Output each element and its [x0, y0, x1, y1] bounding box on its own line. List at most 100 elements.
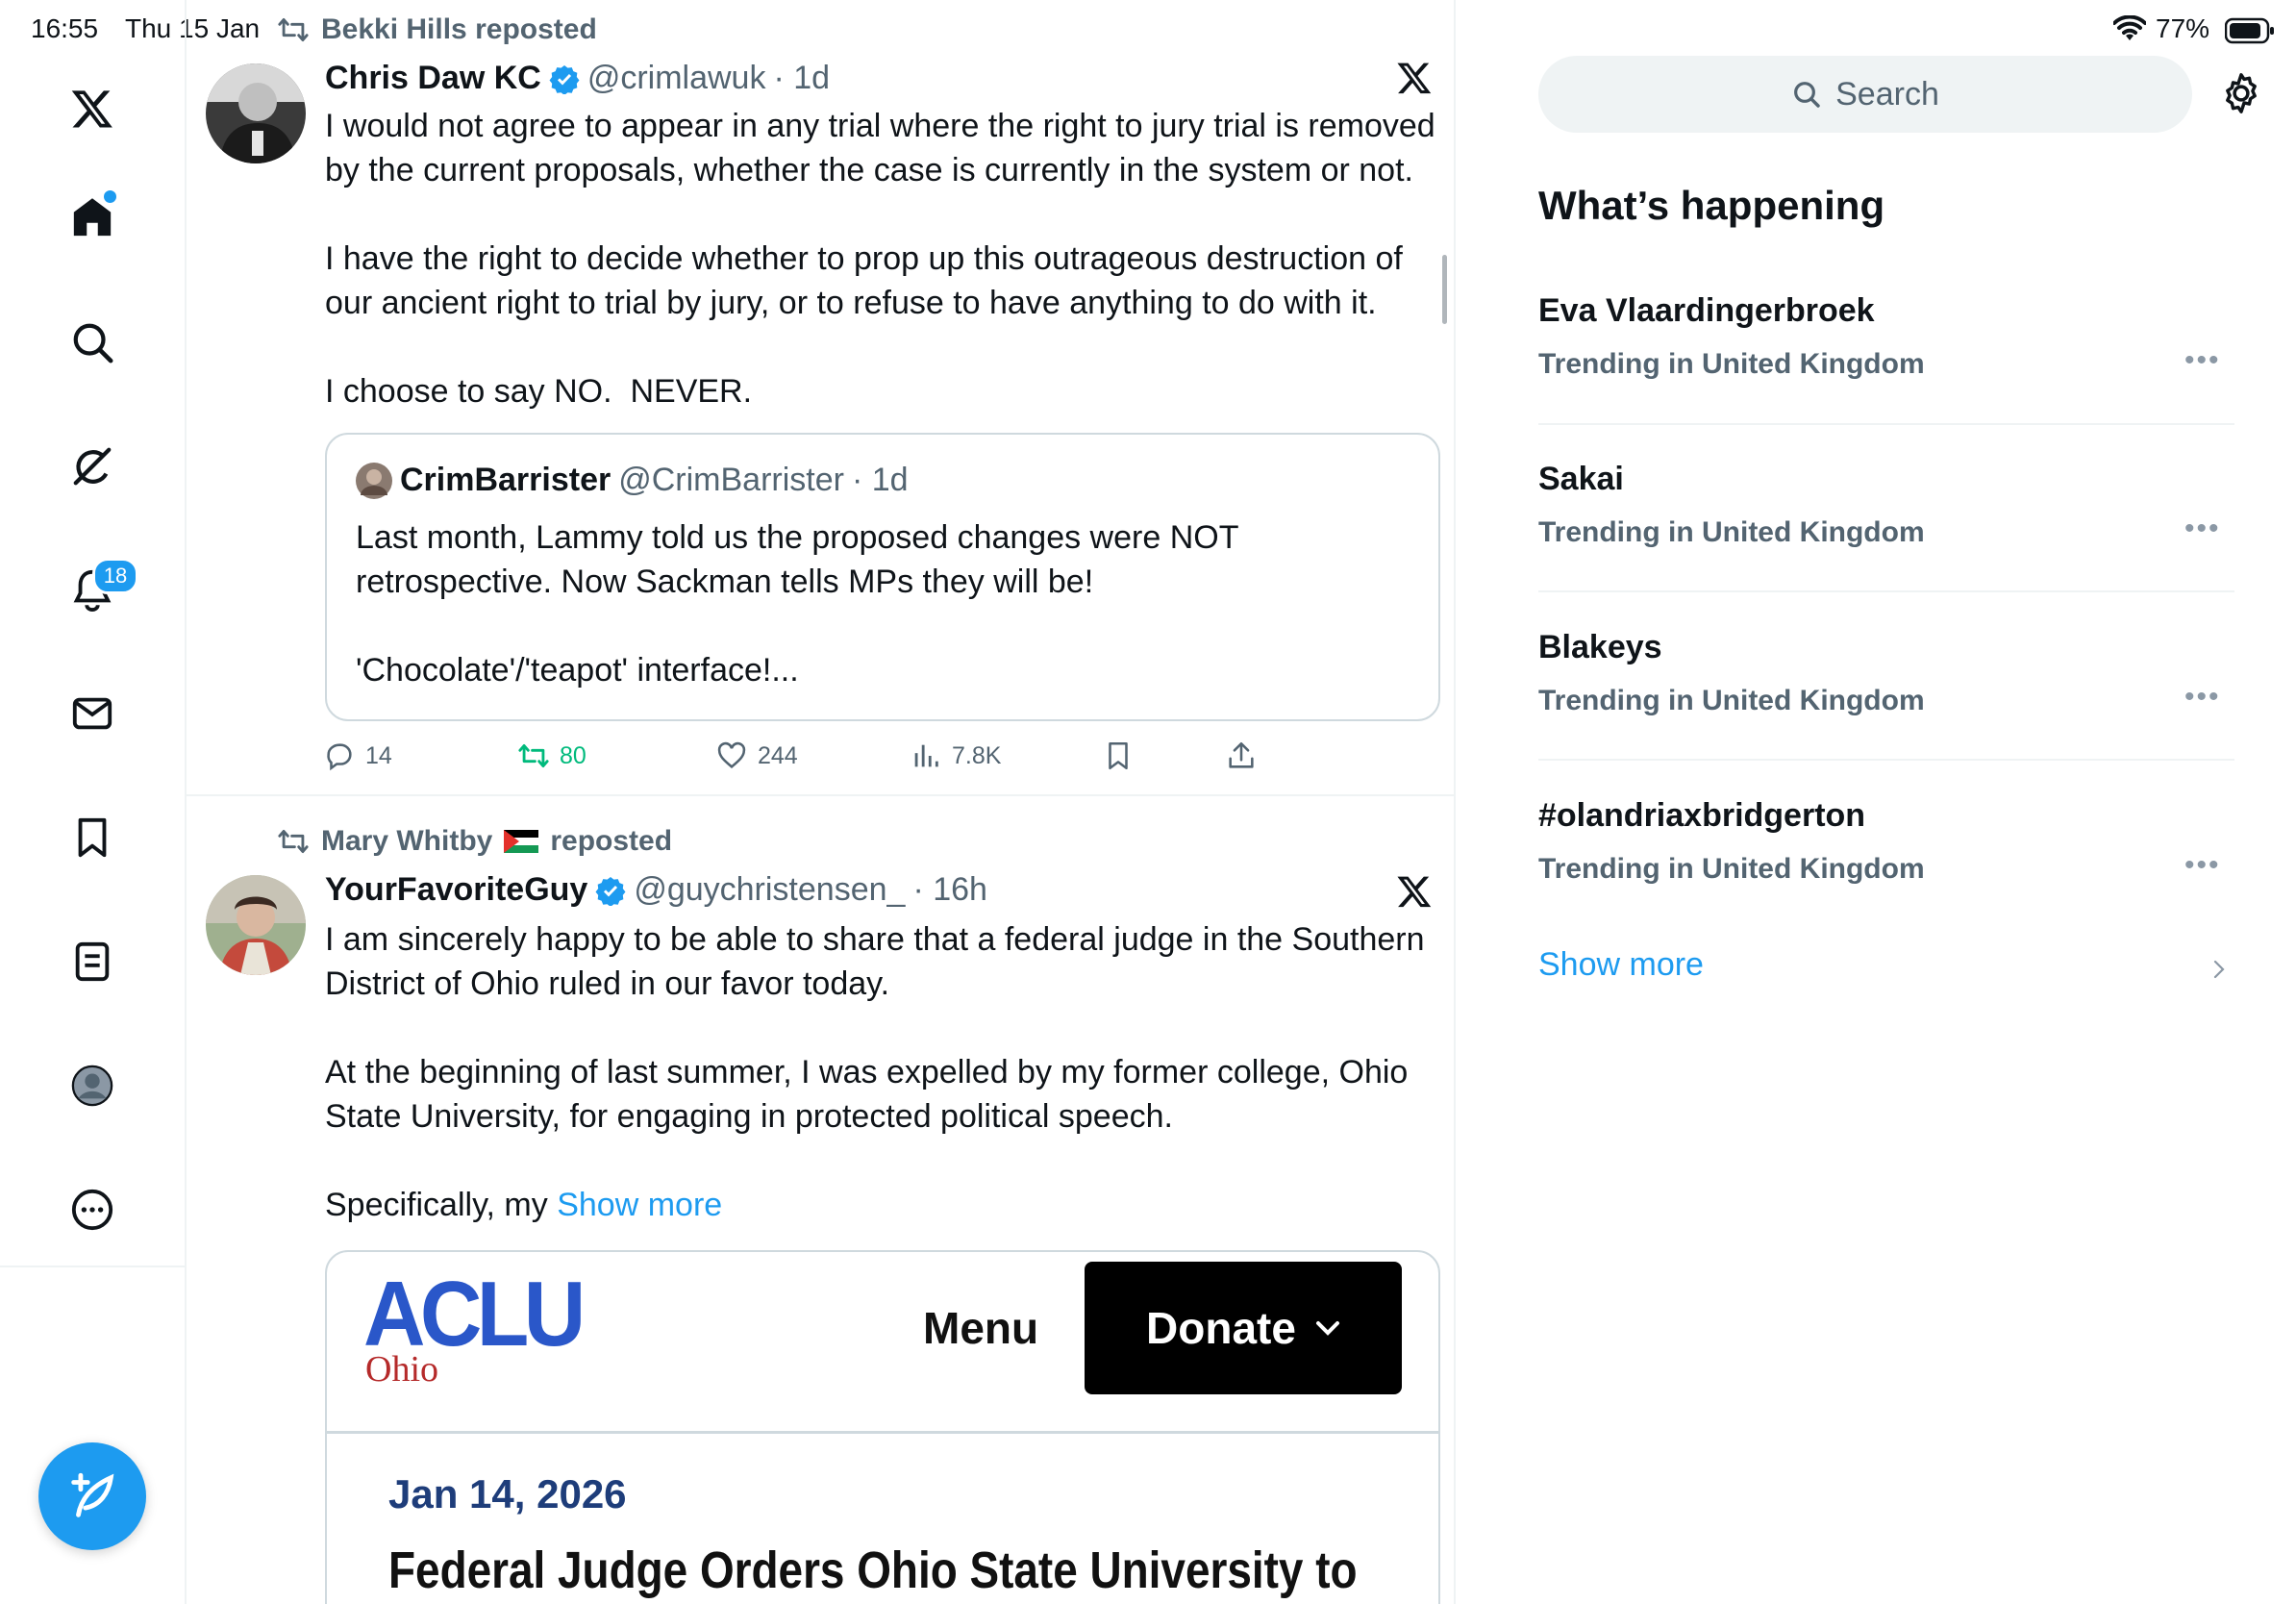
repost-icon — [278, 17, 309, 42]
tweet-text: I would not agree to appear in any trial… — [325, 108, 1435, 410]
link-card[interactable]: ACLU Ohio Menu Donate Jan 14, 2026 Feder… — [325, 1250, 1440, 1604]
quoted-tweet[interactable]: CrimBarrister @CrimBarrister · 1d Last m… — [325, 433, 1440, 721]
left-nav: 18 — [0, 0, 187, 1604]
profile-icon[interactable] — [61, 1054, 124, 1117]
avatar[interactable] — [206, 875, 306, 975]
lists-icon[interactable] — [61, 930, 124, 993]
tweet-actions: 14 80 244 7.8K — [187, 737, 1454, 775]
card-date: Jan 14, 2026 — [388, 1471, 627, 1516]
views-button[interactable]: 7.8K — [910, 739, 1001, 772]
repost-button[interactable]: 80 — [517, 739, 586, 772]
repost-icon — [278, 829, 309, 854]
chevron-right-icon — [2213, 960, 2225, 979]
search-icon — [1794, 82, 1820, 108]
quote-author-line: CrimBarrister @CrimBarrister · 1d — [356, 462, 909, 499]
reply-button[interactable]: 14 — [323, 739, 392, 772]
views-chart-icon — [914, 744, 938, 767]
grok-icon[interactable] — [61, 435, 124, 498]
share-icon — [1229, 741, 1254, 768]
author-name[interactable]: Chris Daw KC — [325, 60, 541, 97]
search-input[interactable]: Search — [1538, 56, 2192, 133]
quote-time: · 1d — [851, 462, 909, 498]
repost-count: 80 — [560, 741, 586, 769]
compose-button[interactable] — [38, 1442, 146, 1550]
aclu-logo-sub: Ohio — [365, 1349, 438, 1390]
bookmark-button[interactable] — [1102, 739, 1135, 772]
timeline: Bekki Hills reposted Chris Daw KC @criml… — [187, 0, 1456, 1604]
trend-divider — [1538, 590, 2234, 592]
more-icon[interactable] — [61, 1178, 124, 1241]
timeline-scrollbar[interactable] — [1442, 255, 1447, 324]
trend-topic: Sakai — [1538, 461, 1624, 497]
quote-author-handle: @CrimBarrister — [618, 462, 844, 498]
repost-by-name: Mary Whitby — [321, 825, 493, 857]
tweet-author-line: YourFavoriteGuy @guychristensen_ · 16h — [325, 871, 987, 909]
x-logo-icon[interactable] — [61, 77, 124, 140]
home-unread-dot — [102, 188, 118, 205]
trend-meta: Trending in United Kingdom — [1538, 516, 1925, 548]
trend-topic: Blakeys — [1538, 629, 1662, 665]
tweet-text-body: I am sincerely happy to be able to share… — [325, 921, 1425, 1135]
tweet-text: I am sincerely happy to be able to share… — [325, 917, 1436, 1227]
author-handle[interactable]: @crimlawuk — [587, 60, 766, 97]
trend-more-button[interactable]: ••• — [2184, 849, 2221, 882]
messages-icon[interactable] — [61, 682, 124, 745]
tweet-time[interactable]: · 1d — [773, 60, 830, 97]
notifications-badge: 18 — [92, 558, 138, 594]
views-count: 7.8K — [952, 741, 1002, 769]
trend-meta: Trending in United Kingdom — [1538, 685, 1925, 716]
bookmark-icon — [1109, 741, 1128, 770]
card-menu-label: Menu — [923, 1303, 1039, 1353]
repost-by-suffix: reposted — [550, 825, 673, 857]
tweet-author-line: Chris Daw KC @crimlawuk · 1d — [325, 60, 830, 97]
like-button[interactable]: 244 — [715, 739, 798, 772]
avatar — [356, 462, 392, 499]
quote-text: Last month, Lammy told us the proposed c… — [356, 519, 1238, 689]
reply-icon — [327, 743, 352, 771]
tweet-divider — [187, 794, 1454, 796]
trend-more-button[interactable]: ••• — [2184, 344, 2221, 377]
trend-more-button[interactable]: ••• — [2184, 513, 2221, 545]
author-name[interactable]: YourFavoriteGuy — [325, 871, 587, 909]
heart-icon — [717, 741, 746, 768]
trend-topic: #olandriaxbridgerton — [1538, 797, 1866, 834]
battery-percent: 77% — [2156, 13, 2210, 43]
card-donate-label: Donate — [1146, 1303, 1296, 1353]
trend-more-button[interactable]: ••• — [2184, 681, 2221, 714]
trend-item[interactable]: #olandriaxbridgerton Trending in United … — [1538, 793, 2234, 918]
repost-indicator[interactable]: Mary Whitby reposted — [277, 825, 672, 858]
show-more-link[interactable]: Show more — [557, 1187, 722, 1223]
x-logo-icon — [1396, 60, 1433, 101]
section-title: What’s happening — [1538, 183, 1885, 228]
verified-badge-icon — [549, 64, 580, 94]
card-donate-button: Donate — [1085, 1262, 1402, 1394]
trend-divider — [1538, 759, 2234, 761]
share-button[interactable] — [1225, 739, 1258, 772]
repost-icon — [518, 743, 549, 768]
search-placeholder: Search — [1835, 75, 1939, 113]
author-handle[interactable]: @guychristensen_ — [634, 871, 905, 909]
compose-feather-icon — [71, 1472, 114, 1517]
show-more-label: Show more — [1538, 946, 1704, 983]
card-divider — [327, 1431, 1438, 1434]
tweet-text-tail: Specifically, my — [325, 1187, 558, 1223]
trend-meta: Trending in United Kingdom — [1538, 348, 1925, 380]
wifi-icon — [2112, 14, 2147, 47]
x-logo-icon — [1396, 873, 1433, 915]
tweet-time[interactable]: · 16h — [912, 871, 987, 909]
trend-meta: Trending in United Kingdom — [1538, 853, 1925, 885]
repost-indicator[interactable]: Bekki Hills reposted — [277, 13, 597, 46]
trend-item[interactable]: Eva Vlaardingerbroek Trending in United … — [1538, 288, 2234, 414]
reply-count: 14 — [365, 741, 392, 769]
chevron-down-icon — [1315, 1321, 1339, 1336]
trend-item[interactable]: Blakeys Trending in United Kingdom ••• — [1538, 625, 2234, 750]
palestine-flag-icon — [504, 830, 539, 853]
trend-item[interactable]: Sakai Trending in United Kingdom ••• — [1538, 457, 2234, 582]
avatar[interactable] — [206, 63, 306, 163]
search-icon[interactable] — [61, 311, 124, 374]
bookmarks-icon[interactable] — [61, 806, 124, 869]
nav-divider — [0, 1266, 185, 1267]
settings-gear-icon[interactable] — [2219, 71, 2263, 120]
quote-author-name: CrimBarrister — [400, 462, 611, 498]
show-more-trends[interactable]: Show more — [1538, 946, 2234, 992]
